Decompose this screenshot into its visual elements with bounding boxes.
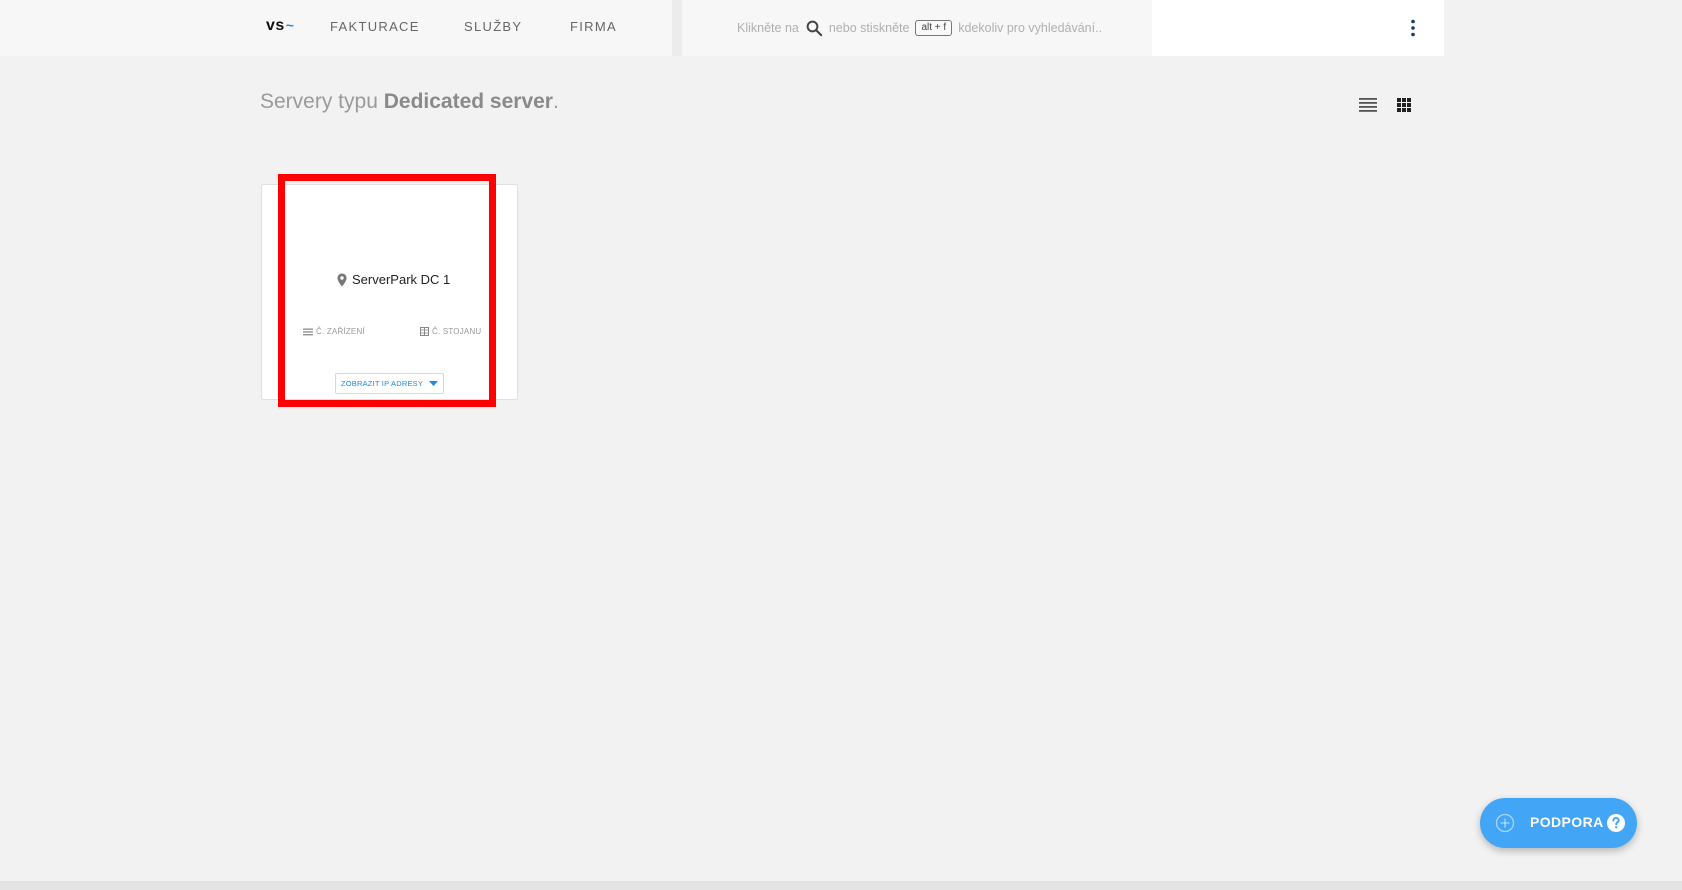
search-hint[interactable]: Klikněte na nebo stiskněte alt + f kdeko…: [737, 19, 1102, 37]
show-ip-addresses-button[interactable]: ZOBRAZIT IP ADRESY: [335, 373, 444, 394]
page-title-prefix: Servery typu: [260, 90, 384, 113]
nav-item-fakturace[interactable]: FAKTURACE: [330, 19, 420, 34]
header-right-area: [1152, 0, 1444, 56]
top-bar: vs~ FAKTURACE SLUŽBY FIRMA Klikněte na n…: [0, 0, 1682, 56]
server-location: ServerPark DC 1: [337, 272, 450, 287]
device-number-label: Č. ZAŘÍZENÍ: [316, 327, 365, 336]
chevron-down-icon: [429, 381, 439, 386]
search-hint-prefix: Klikněte na: [737, 21, 799, 35]
nav-item-firma[interactable]: FIRMA: [570, 19, 617, 34]
device-number: Č. ZAŘÍZENÍ: [303, 327, 365, 336]
page-title-suffix: .: [552, 90, 559, 113]
server-location-label: ServerPark DC 1: [352, 272, 451, 287]
nav-item-sluzby[interactable]: SLUŽBY: [464, 19, 522, 34]
kebab-menu-icon[interactable]: [1409, 18, 1417, 38]
location-pin-icon: [337, 273, 347, 286]
rack-number-label: Č. STOJANU: [432, 327, 482, 336]
rack-number: Č. STOJANU: [420, 327, 481, 336]
logo[interactable]: vs~: [266, 17, 294, 35]
logo-tilde: ~: [285, 17, 295, 33]
rack-icon: [420, 327, 429, 336]
bottom-strip: [0, 881, 1682, 890]
page-title-type: Dedicated server: [383, 90, 553, 113]
nav-divider: [672, 0, 682, 56]
grid-view-icon[interactable]: [1394, 96, 1414, 114]
plus-circle-icon: [1495, 813, 1515, 833]
support-label: PODPORA: [1530, 814, 1604, 830]
list-view-icon[interactable]: [1358, 96, 1378, 114]
support-button[interactable]: PODPORA: [1480, 798, 1637, 848]
logo-text: vs: [266, 17, 285, 34]
search-hint-middle: nebo stiskněte: [828, 21, 910, 35]
page-title: Servery typu Dedicated server.: [260, 90, 559, 114]
help-icon: [1607, 814, 1625, 832]
list-icon: [303, 328, 313, 335]
shortcut-key: alt + f: [915, 20, 953, 36]
server-card[interactable]: [261, 184, 518, 400]
show-ip-addresses-label: ZOBRAZIT IP ADRESY: [340, 379, 424, 388]
search-hint-suffix: kdekoliv pro vyhledávání..: [958, 21, 1103, 35]
search-icon[interactable]: [805, 19, 823, 37]
